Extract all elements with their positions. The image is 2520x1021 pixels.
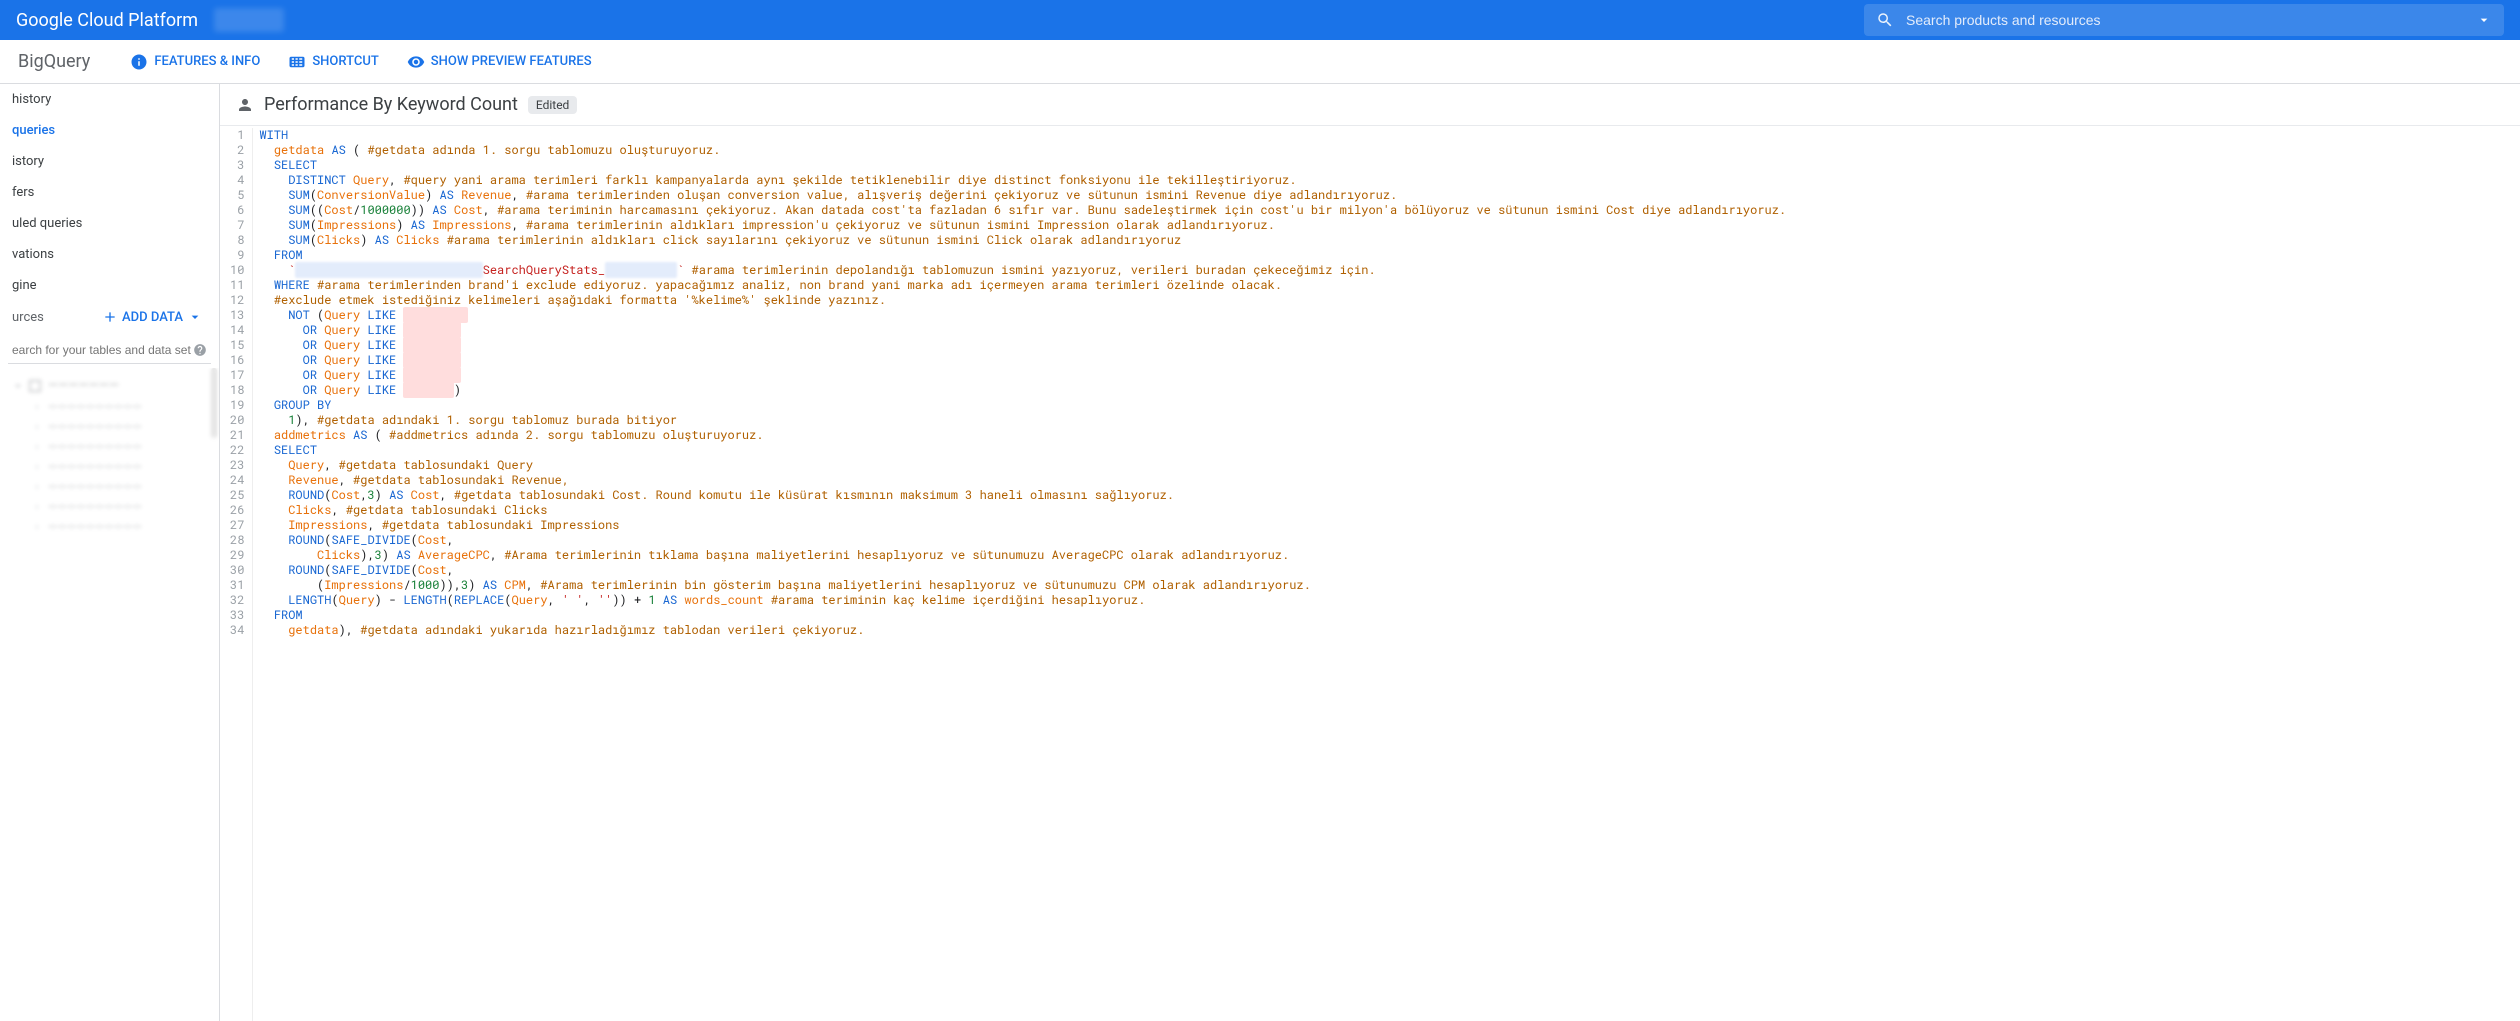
tree-dataset[interactable]: —————————— [8,397,211,417]
product-bar: BigQuery FEATURES & INFO SHORTCUT SHOW P… [0,40,2520,84]
plus-icon [102,309,118,325]
person-icon [236,96,254,114]
tree-dataset[interactable]: —————————— [8,517,211,537]
project-icon [28,379,42,393]
chevron-right-icon [32,502,42,512]
resource-search-input[interactable] [8,337,211,364]
info-icon [130,53,148,71]
features-info-button[interactable]: FEATURES & INFO [130,53,260,71]
eye-icon [407,53,425,71]
add-data-button[interactable]: ADD DATA [102,309,207,325]
sidebar-item[interactable]: fers [0,177,219,208]
resource-tree[interactable]: ——————— ————————————————————————————————… [0,368,219,1021]
gcp-header: Google Cloud Platform [0,0,2520,40]
tree-dataset[interactable]: —————————— [8,437,211,457]
chevron-down-icon [12,380,24,392]
product-name: BigQuery [12,51,90,72]
tree-dataset[interactable]: —————————— [8,477,211,497]
code-area[interactable]: WITH getdata AS ( #getdata adında 1. sor… [253,128,1786,1021]
resources-label: urces [12,310,44,325]
global-search[interactable] [1864,4,2504,36]
keyboard-icon [288,53,306,71]
help-icon [193,343,207,357]
chevron-right-icon [32,522,42,532]
chevron-right-icon [32,462,42,472]
project-selector-redacted[interactable] [214,8,284,32]
query-title-row: Performance By Keyword Count Edited [220,84,2520,126]
sidebar-item[interactable]: queries [0,115,219,146]
search-icon [1876,11,1894,29]
sidebar-item[interactable]: istory [0,146,219,177]
sidebar-item[interactable]: gine [0,270,219,301]
sidebar-item[interactable]: vations [0,239,219,270]
preview-features-button[interactable]: SHOW PREVIEW FEATURES [407,53,592,71]
resource-search[interactable] [8,337,211,364]
query-title: Performance By Keyword Count [264,94,518,115]
tree-dataset[interactable]: —————————— [8,457,211,477]
sidebar-item[interactable]: uled queries [0,208,219,239]
sql-editor[interactable]: 1234567891011121314151617181920212223242… [220,126,2520,1021]
sidebar: historyqueriesistoryfersuled queriesvati… [0,84,220,1021]
chevron-right-icon [32,402,42,412]
chevron-right-icon [32,442,42,452]
tree-project[interactable]: ——————— [8,374,211,397]
line-gutter: 1234567891011121314151617181920212223242… [220,128,253,1021]
tree-dataset[interactable]: —————————— [8,497,211,517]
sidebar-item[interactable]: history [0,84,219,115]
search-input[interactable] [1906,12,2464,28]
dropdown-icon [187,309,203,325]
chevron-right-icon [32,482,42,492]
scrollbar[interactable] [211,368,217,438]
main-panel: Performance By Keyword Count Edited 1234… [220,84,2520,1021]
chevron-right-icon [32,422,42,432]
edited-badge: Edited [528,96,577,114]
tree-dataset[interactable]: —————————— [8,417,211,437]
shortcut-button[interactable]: SHORTCUT [288,53,378,71]
platform-title: Google Cloud Platform [16,10,198,31]
chevron-down-icon[interactable] [2476,12,2492,28]
